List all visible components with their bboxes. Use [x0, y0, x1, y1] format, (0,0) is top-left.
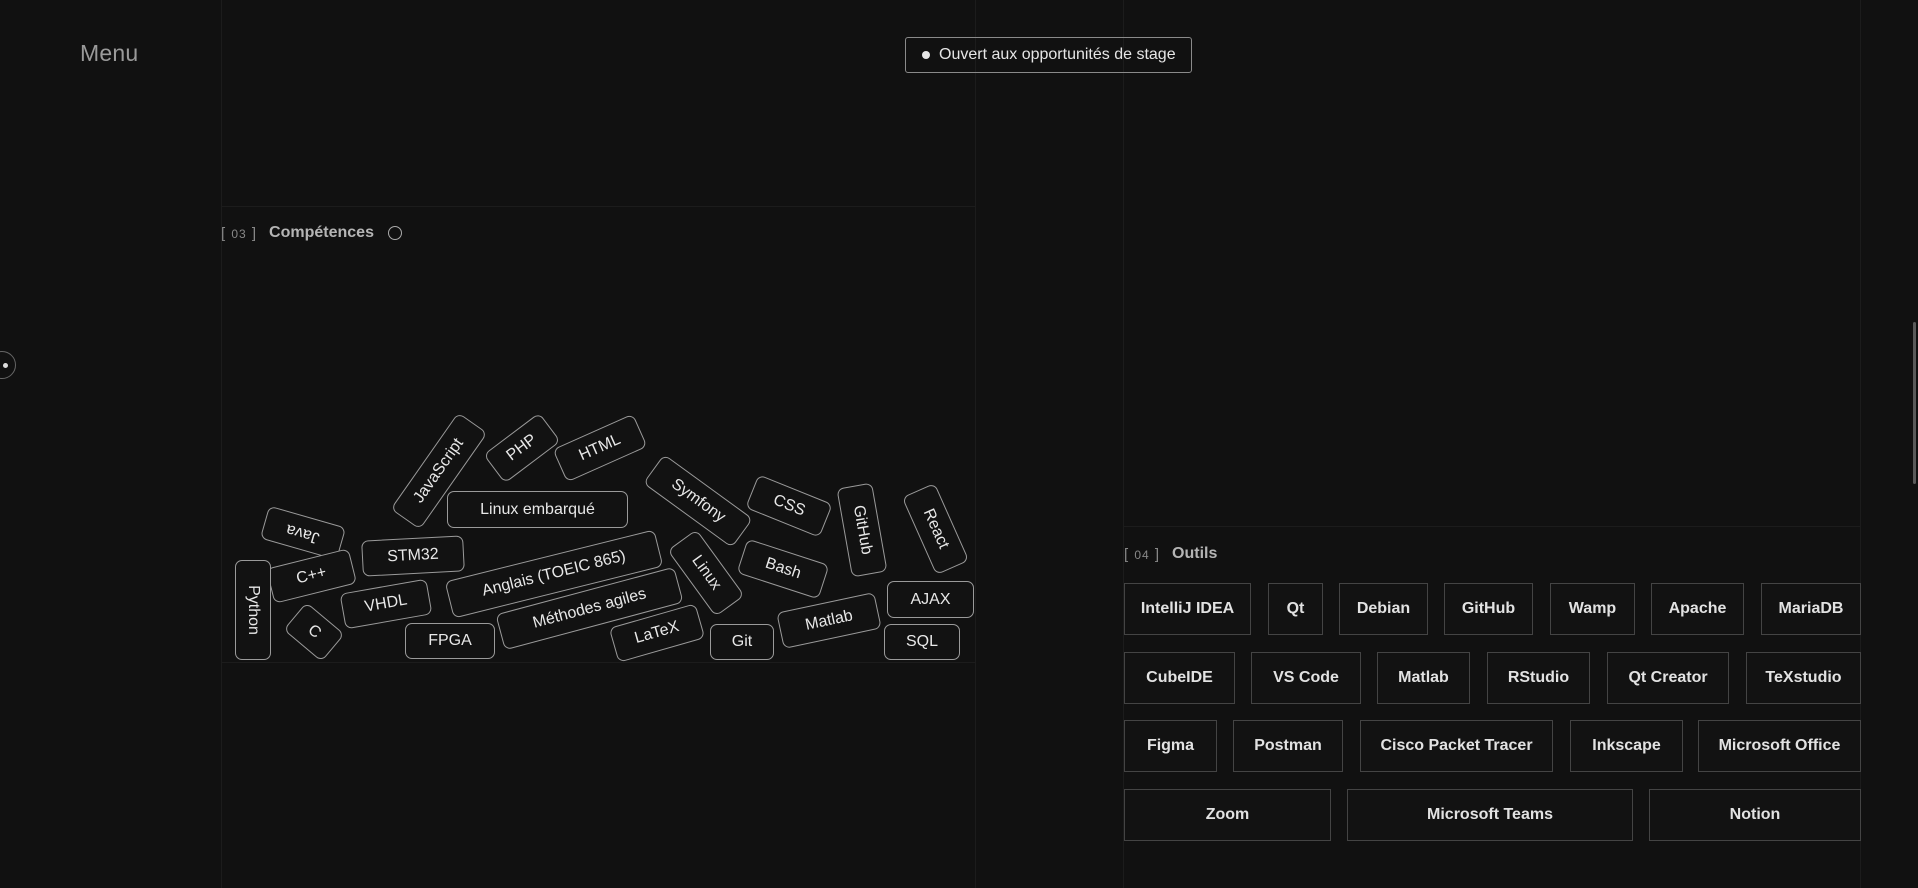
tool-item[interactable]: VS Code [1251, 652, 1361, 704]
availability-status-badge: Ouvert aux opportunités de stage [905, 37, 1192, 73]
tools-section-header: [ 04 ] Outils [1124, 545, 1217, 563]
skill-pill[interactable]: SQL [884, 624, 960, 660]
grid-line [1123, 526, 1860, 527]
side-nav-dot-icon[interactable] [0, 351, 16, 379]
tool-item[interactable]: Postman [1233, 720, 1343, 772]
grid-line [221, 0, 222, 888]
skill-pill[interactable]: PHP [483, 412, 561, 484]
skill-pill[interactable]: HTML [552, 413, 648, 483]
skill-pill[interactable]: Matlab [776, 592, 882, 649]
tool-item[interactable]: IntelliJ IDEA [1124, 583, 1251, 635]
tool-item[interactable]: Matlab [1377, 652, 1470, 704]
skill-pill[interactable]: Python [235, 560, 271, 660]
section-number: [ 04 ] [1124, 545, 1161, 563]
menu-button[interactable]: Menu [80, 40, 138, 67]
skills-section-header: [ 03 ] Compétences [221, 224, 402, 242]
circle-icon [387, 226, 402, 240]
skill-pill[interactable]: GitHub [836, 482, 888, 578]
tool-item[interactable]: Zoom [1124, 789, 1331, 841]
skill-pill[interactable]: Linux embarqué [447, 491, 628, 528]
section-number: [ 03 ] [221, 224, 258, 242]
page: Menu Ouvert aux opportunités de stage [ … [0, 0, 1918, 888]
tool-item[interactable]: Debian [1339, 583, 1428, 635]
tool-item[interactable]: Notion [1649, 789, 1861, 841]
tool-item[interactable]: Apache [1651, 583, 1744, 635]
section-title: Outils [1172, 545, 1218, 562]
tool-item[interactable]: MariaDB [1761, 583, 1861, 635]
scrollbar[interactable] [1913, 322, 1916, 484]
tool-item[interactable]: Cisco Packet Tracer [1360, 720, 1553, 772]
skill-pill[interactable]: VHDL [339, 578, 433, 630]
tool-item[interactable]: Microsoft Teams [1347, 789, 1633, 841]
grid-line [221, 206, 975, 207]
skill-pill[interactable]: C [283, 602, 345, 662]
tool-item[interactable]: TeXstudio [1746, 652, 1861, 704]
tool-item[interactable]: Wamp [1550, 583, 1635, 635]
tool-item[interactable]: Inkscape [1570, 720, 1683, 772]
tool-item[interactable]: CubeIDE [1124, 652, 1235, 704]
tool-item[interactable]: Qt [1268, 583, 1323, 635]
skill-pill[interactable]: AJAX [887, 581, 974, 618]
tool-item[interactable]: Microsoft Office [1698, 720, 1861, 772]
skill-pill[interactable]: Git [710, 624, 774, 660]
tool-item[interactable]: Qt Creator [1607, 652, 1729, 704]
grid-line [975, 0, 976, 888]
tool-item[interactable]: Figma [1124, 720, 1217, 772]
tool-item[interactable]: RStudio [1487, 652, 1590, 704]
status-dot-icon [922, 51, 930, 59]
skill-pill[interactable]: FPGA [405, 623, 495, 659]
skill-pill[interactable]: CSS [745, 474, 833, 538]
skill-pill[interactable]: Bash [736, 538, 830, 600]
grid-line [221, 662, 975, 663]
tool-item[interactable]: GitHub [1444, 583, 1533, 635]
skill-pill[interactable]: STM32 [361, 535, 465, 577]
skill-pill[interactable]: React [901, 482, 970, 576]
status-label: Ouvert aux opportunités de stage [939, 46, 1176, 63]
section-title: Compétences [269, 224, 374, 241]
